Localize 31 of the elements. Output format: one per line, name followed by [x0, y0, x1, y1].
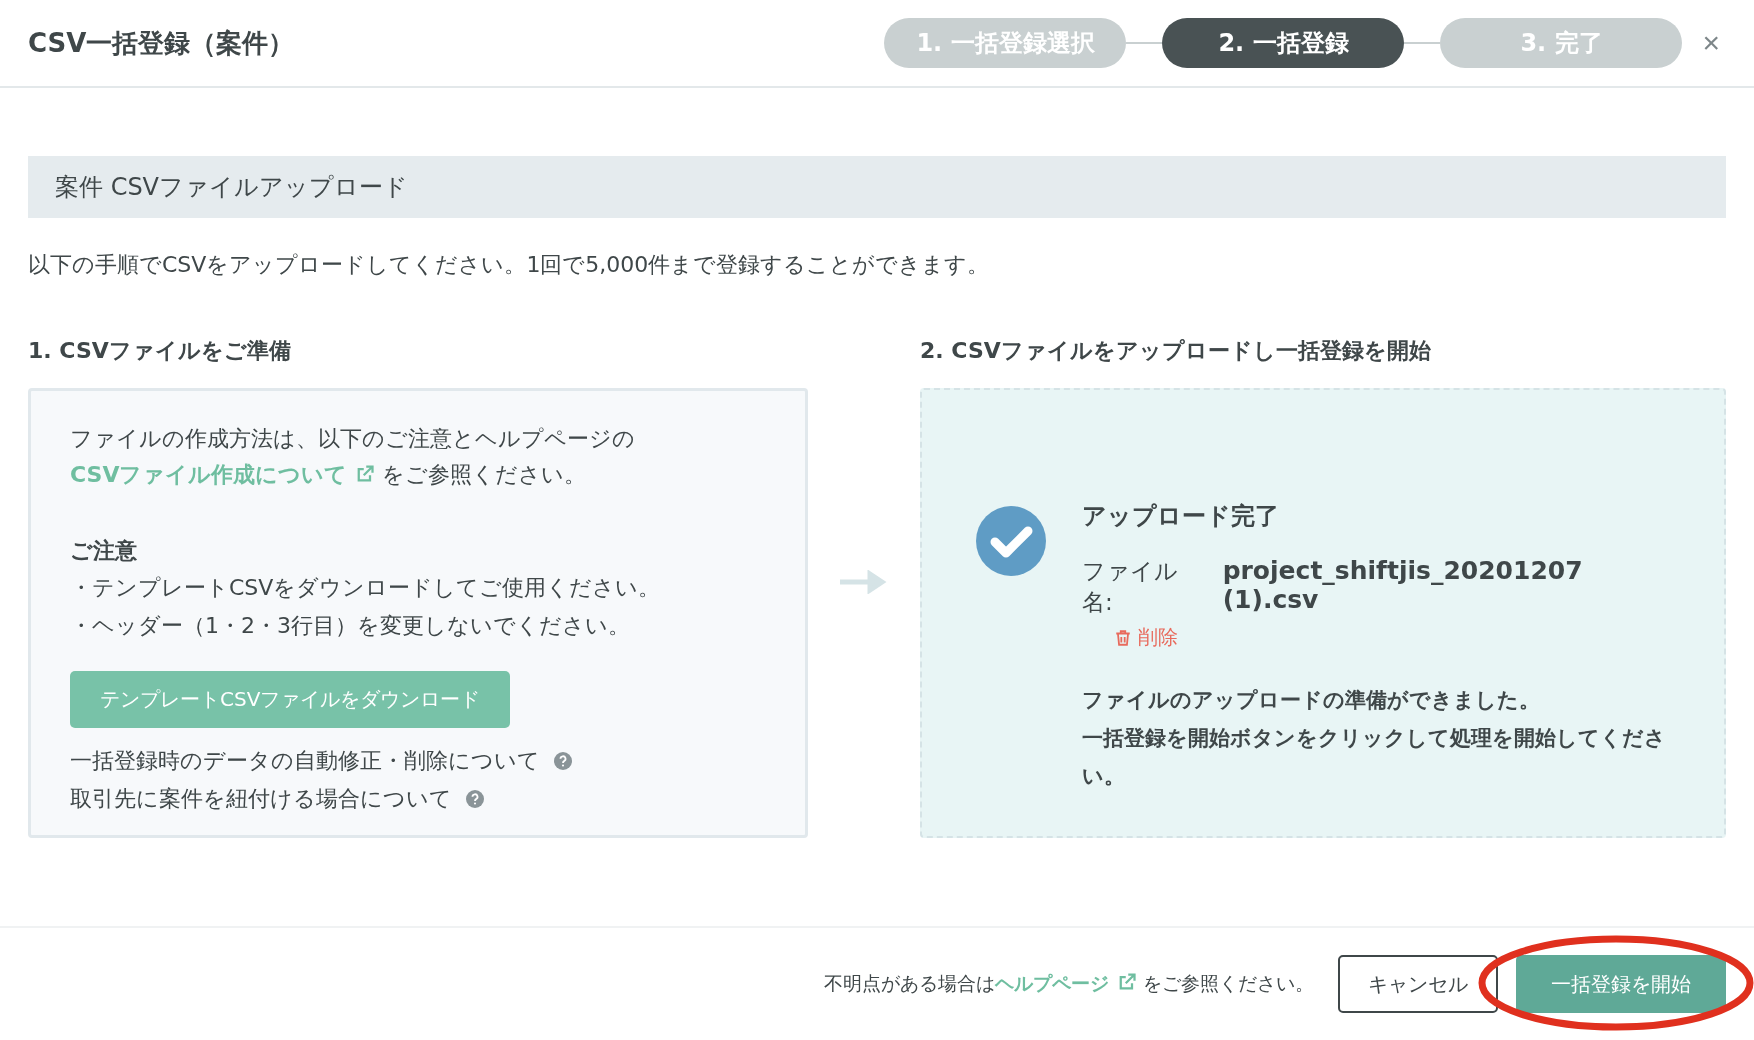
trash-icon [1114, 628, 1132, 647]
intro-text: 以下の手順でCSVをアップロードしてください。1回で5,000件まで登録することができます。 [28, 251, 991, 279]
help-icon[interactable] [554, 752, 572, 770]
file-name: project_shiftjis_20201207 (1).csv [1222, 556, 1584, 614]
notice-item: ・テンプレートCSVをダウンロードしてご使用ください。 [70, 574, 662, 602]
download-button[interactable]: テンプレートCSVファイルをダウンロード [70, 671, 511, 728]
ready-message: ファイルのアップロードの準備ができました。 [1082, 687, 1541, 714]
instructions-text: ファイルの作成方法は、以下のご注意とヘルプページの CSVファイル作成について をご参照ください。 [70, 425, 636, 489]
upload-status: アップロード完了 [1082, 501, 1280, 532]
ready-message: 一括登録を開始ボタンをクリックして処理を開始してください。 [1082, 725, 1667, 790]
help-topic-link[interactable]: 一括登録時のデータの自動修正・削除について [70, 742, 540, 780]
section-header: 案件 CSVファイルアップロード [28, 156, 1726, 218]
arrow-icon [840, 570, 888, 594]
help-page-link[interactable]: ヘルプページ [994, 972, 1137, 994]
close-button[interactable]: × [1696, 26, 1726, 60]
notice-item: ・ヘッダー（1・2・3行目）を変更しないでください。 [70, 612, 631, 640]
notice-title: ご注意 [70, 537, 138, 565]
column-heading: 2. CSVファイルをアップロードし一括登録を開始 [920, 337, 1432, 365]
help-topic-link[interactable]: 取引先に案件を紐付ける場合について [70, 780, 452, 818]
external-link-icon [355, 464, 376, 484]
dialog-title: CSV一括登録（案件） [28, 26, 296, 60]
delete-button[interactable]: 削除 [1114, 624, 1178, 651]
column-heading: 1. CSVファイルをご準備 [28, 337, 292, 365]
help-icon[interactable] [466, 790, 484, 808]
check-circle-icon [976, 506, 1046, 576]
footer-help-text: 不明点がある場合はヘルプページ をご参照ください。 [823, 971, 1314, 996]
file-label: ファイル名: [1082, 557, 1179, 617]
start-button[interactable]: 一括登録を開始 [1516, 955, 1726, 1013]
step-indicator: 2. 一括登録 [1162, 18, 1405, 68]
cancel-button[interactable]: キャンセル [1338, 955, 1498, 1013]
help-link[interactable]: CSVファイル作成について [70, 462, 376, 487]
